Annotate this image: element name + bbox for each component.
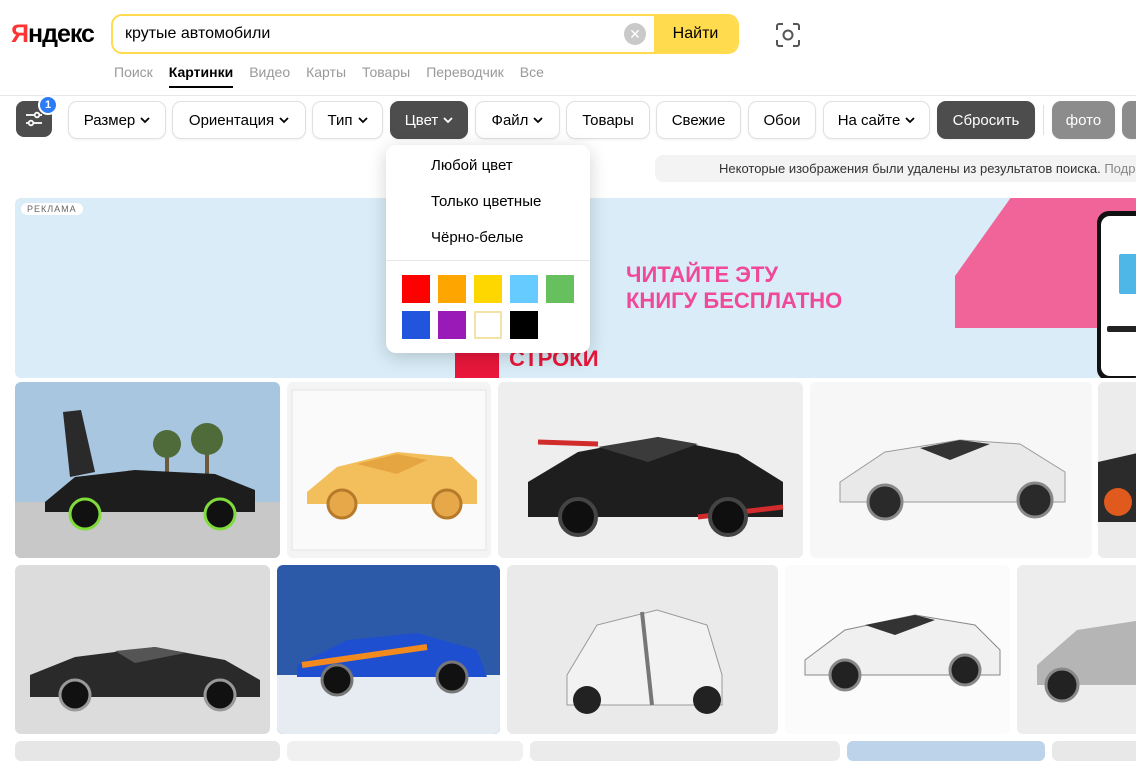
color-swatch[interactable] [474,275,502,303]
color-swatch[interactable] [438,275,466,303]
fresh-filter-button[interactable]: Свежие [656,101,741,139]
color-swatch[interactable] [474,311,502,339]
black-ferrari-image [15,565,270,734]
white-koenigsegg-image [810,382,1092,558]
result-image[interactable] [277,565,500,734]
search-input[interactable] [113,16,624,52]
image-search-icon[interactable] [775,22,801,48]
removed-results-notice: Некоторые изображения были удалены из ре… [655,155,1136,182]
result-image[interactable] [507,565,778,734]
color-dropdown-menu: Любой цвет Только цветные Чёрно-белые [386,145,590,353]
color-swatch[interactable] [438,311,466,339]
tab-maps[interactable]: Карты [306,64,346,88]
result-image[interactable] [287,382,491,558]
wallpapers-filter-button[interactable]: Обои [748,101,816,139]
dropdown-divider [386,260,590,261]
result-image[interactable] [810,382,1092,558]
type-filter-button[interactable]: Тип [312,101,383,139]
file-filter-button[interactable]: Файл [475,101,560,139]
chevron-down-icon [443,116,453,123]
result-image[interactable] [15,565,270,734]
white-lotus-image [507,565,778,734]
reset-filters-button[interactable]: Сбросить [937,101,1035,139]
result-image[interactable] [1098,382,1136,558]
ad-headline: ЧИТАЙТЕ ЭТУ КНИГУ БЕСПЛАТНО [626,262,843,313]
result-image[interactable] [785,565,1010,734]
header: Яндекс ✕ Найти Поиск Картинки Видео Карт… [0,0,1136,96]
result-image[interactable] [287,741,523,761]
chevron-down-icon [357,116,368,123]
on-site-filter-button[interactable]: На сайте [823,101,930,139]
tab-translator[interactable]: Переводчик [426,64,504,88]
color-swatch[interactable] [402,275,430,303]
result-image[interactable] [15,382,280,558]
sliders-icon [26,111,42,127]
color-option-any[interactable]: Любой цвет [431,157,513,174]
white-gallardo-image [785,565,1010,734]
result-image[interactable] [498,382,803,558]
goods-filter-button[interactable]: Товары [566,101,650,139]
notice-details-link[interactable]: Подр [1104,161,1135,176]
black-lamborghini-image [15,382,280,558]
color-filter-button[interactable]: Цвет [390,101,468,139]
color-swatch[interactable] [510,311,538,339]
active-filters-badge: 1 [38,95,58,115]
yellow-sketch-car-image [287,382,491,558]
yandex-logo[interactable]: Яндекс [11,20,95,49]
color-swatch[interactable] [510,275,538,303]
tab-search[interactable]: Поиск [114,64,153,88]
chevron-down-icon [533,116,544,123]
ad-label: РЕКЛАМА [21,203,83,215]
next-tag-button[interactable] [1122,101,1136,139]
silver-car-image [1017,565,1136,734]
tab-video[interactable]: Видео [249,64,290,88]
partial-car-image [1098,382,1136,558]
black-red-lamborghini-image [498,382,803,558]
result-image[interactable] [847,741,1045,761]
find-button[interactable]: Найти [654,16,737,52]
chevron-down-icon [140,116,150,123]
size-filter-button[interactable]: Размер [68,101,166,139]
tab-all[interactable]: Все [520,64,544,88]
clear-search-icon[interactable]: ✕ [624,23,646,45]
tab-goods[interactable]: Товары [362,64,410,88]
service-nav: Поиск Картинки Видео Карты Товары Перево… [114,64,560,88]
color-swatch[interactable] [402,311,430,339]
result-image[interactable] [1017,565,1136,734]
photo-tag-button[interactable]: фото [1052,101,1115,139]
filter-divider [1043,105,1044,135]
filter-bar: 1 Размер Ориентация Тип Цвет Файл Товары… [0,95,1136,139]
blue-renault-image [277,565,500,734]
search-box: ✕ Найти [111,14,739,54]
chevron-down-icon [279,116,289,123]
color-option-bw[interactable]: Чёрно-белые [431,229,523,246]
orientation-filter-button[interactable]: Ориентация [172,101,306,139]
ad-phone-image [1097,211,1136,378]
result-image[interactable] [15,741,280,761]
color-option-colored[interactable]: Только цветные [431,193,541,210]
color-swatch[interactable] [546,275,574,303]
chevron-down-icon [905,116,915,123]
result-image[interactable] [530,741,840,761]
result-image[interactable] [1052,741,1136,761]
tab-images[interactable]: Картинки [168,64,234,88]
